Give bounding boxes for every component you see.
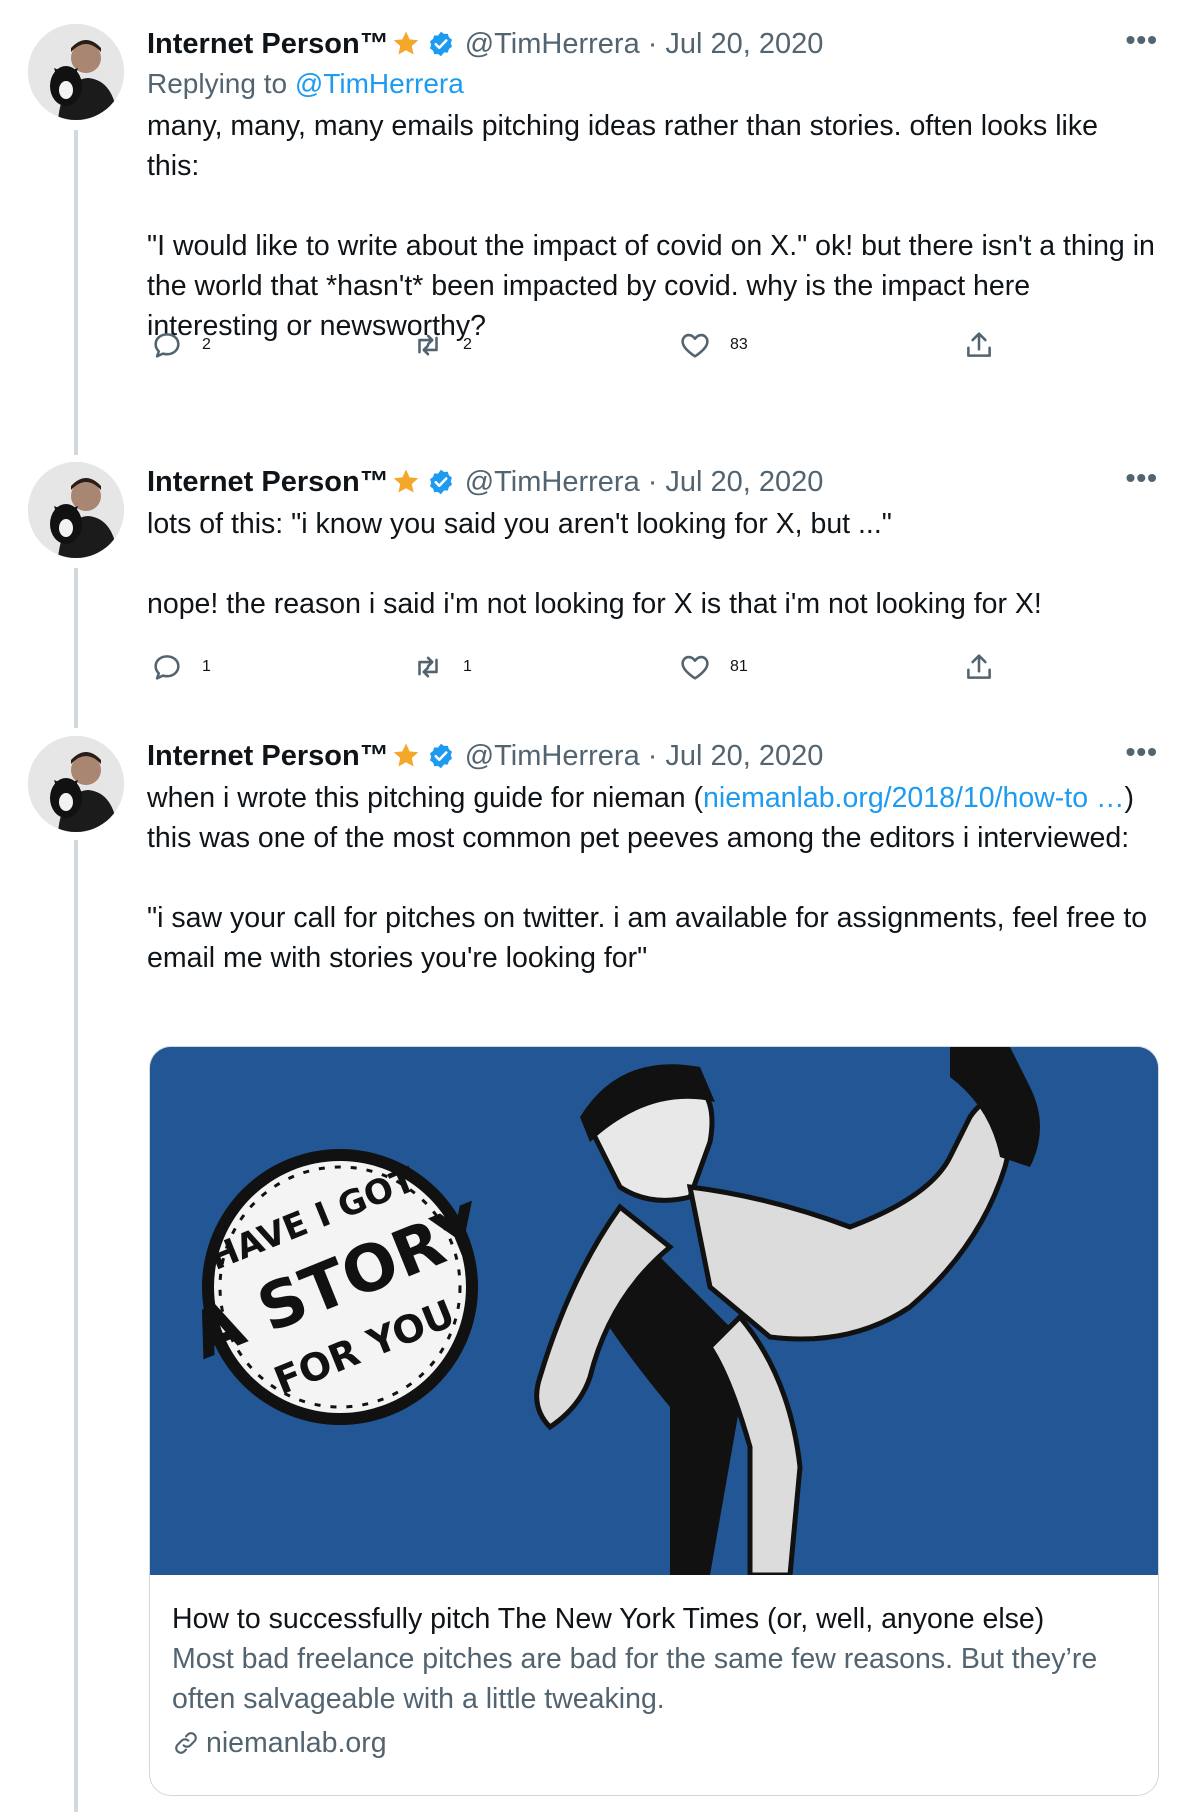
share-icon (967, 332, 991, 357)
star-icon (391, 741, 421, 771)
tweet-actions: 2 2 83 (0, 328, 1182, 368)
replying-to-handle-link[interactable]: @TimHerrera (295, 68, 464, 99)
share-icon (967, 654, 991, 679)
star-icon (391, 467, 421, 497)
retweet-count: 2 (463, 336, 472, 353)
retweet-button[interactable]: 2 (411, 328, 472, 362)
tweet-text: when i wrote this pitching guide for nie… (147, 778, 1158, 978)
card-image: HAVE I GOT A STORY FOR YOU (150, 1047, 1158, 1575)
retweet-icon (418, 656, 438, 678)
avatar-image (28, 462, 124, 558)
card-domain: niemanlab.org (172, 1723, 1136, 1763)
like-count: 81 (730, 658, 748, 675)
author-handle[interactable]: @TimHerrera (465, 28, 640, 61)
avatar[interactable] (28, 24, 124, 120)
tweet-text: many, many, many emails pitching ideas r… (147, 106, 1158, 346)
heart-icon (681, 655, 709, 680)
tweet-paragraph: many, many, many emails pitching ideas r… (147, 110, 1098, 182)
reply-count: 2 (202, 336, 211, 353)
like-count: 83 (730, 336, 748, 353)
share-button[interactable] (962, 650, 996, 684)
tweet-date[interactable]: Jul 20, 2020 (665, 740, 823, 773)
verified-badge-icon (427, 742, 455, 770)
thread-line-2 (74, 568, 78, 728)
article-link[interactable]: niemanlab.org/2018/10/how-to … (703, 782, 1124, 814)
link-icon (175, 1732, 197, 1754)
separator: · (647, 465, 658, 498)
reply-count: 1 (202, 658, 211, 675)
tweet-actions: 1 1 81 (0, 650, 1182, 690)
author-name[interactable]: Internet Person™ (147, 740, 389, 773)
author-handle[interactable]: @TimHerrera (465, 740, 640, 773)
replying-to-label: Replying to (147, 68, 288, 99)
tweet-paragraph: when i wrote this pitching guide for nie… (147, 778, 1158, 858)
thread-line-1 (74, 130, 78, 455)
thread-line-3 (74, 840, 78, 1812)
retweet-count: 1 (463, 658, 472, 675)
retweet-button[interactable]: 1 (411, 650, 472, 684)
verified-badge-icon (427, 30, 455, 58)
tweet-text-before-link: when i wrote this pitching guide for nie… (147, 782, 704, 814)
reply-button[interactable]: 2 (150, 328, 211, 362)
avatar[interactable] (28, 462, 124, 558)
tweet-paragraph: "i saw your call for pitches on twitter.… (147, 902, 1148, 974)
like-button[interactable]: 83 (678, 328, 748, 362)
card-title[interactable]: How to successfully pitch The New York T… (172, 1599, 1136, 1639)
heart-icon (681, 333, 709, 358)
reply-icon (154, 655, 180, 680)
tweet-text: lots of this: "i know you said you aren'… (147, 504, 1158, 624)
tweet-paragraph: nope! the reason i said i'm not looking … (147, 588, 1042, 620)
tweet-date[interactable]: Jul 20, 2020 (665, 28, 823, 61)
reply-button[interactable]: 1 (150, 650, 211, 684)
link-preview-card[interactable]: HAVE I GOT A STORY FOR YOU How to succes… (149, 1046, 1159, 1796)
star-icon (391, 29, 421, 59)
tweet-header: Internet Person™ @TimHerrera · Jul 20, 2… (147, 24, 1158, 64)
separator: · (647, 27, 658, 60)
like-button[interactable]: 81 (678, 650, 748, 684)
card-illustration: HAVE I GOT A STORY FOR YOU (150, 1047, 1158, 1575)
reply-icon (154, 333, 180, 358)
more-options-button[interactable]: ••• (1126, 462, 1158, 494)
avatar-image (28, 24, 124, 120)
card-domain-text: niemanlab.org (206, 1727, 387, 1759)
separator: · (647, 739, 658, 772)
avatar-image (28, 736, 124, 832)
more-options-button[interactable]: ••• (1126, 736, 1158, 768)
share-button[interactable] (962, 328, 996, 362)
author-name[interactable]: Internet Person™ (147, 466, 389, 499)
replying-to: Replying to @TimHerrera (147, 68, 1158, 104)
avatar[interactable] (28, 736, 124, 832)
tweet-header: Internet Person™ @TimHerrera · Jul 20, 2… (147, 736, 1158, 776)
author-handle[interactable]: @TimHerrera (465, 466, 640, 499)
tweet-paragraph: lots of this: "i know you said you aren'… (147, 508, 892, 540)
more-options-button[interactable]: ••• (1126, 24, 1158, 56)
tweet-date[interactable]: Jul 20, 2020 (665, 466, 823, 499)
verified-badge-icon (427, 468, 455, 496)
author-name[interactable]: Internet Person™ (147, 28, 389, 61)
tweet-header: Internet Person™ @TimHerrera · Jul 20, 2… (147, 462, 1158, 502)
card-description: Most bad freelance pitches are bad for t… (172, 1643, 1098, 1715)
retweet-icon (418, 334, 438, 356)
